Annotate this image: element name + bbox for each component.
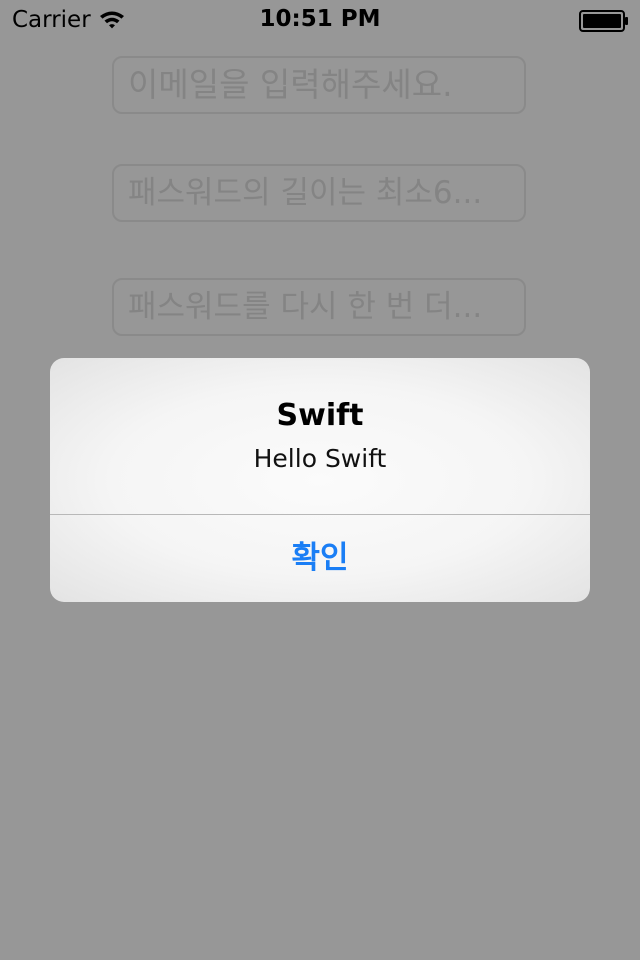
password-field[interactable]: 패스워드의 길이는 최소6... xyxy=(112,164,526,222)
alert-message: Hello Swift xyxy=(253,444,387,473)
battery-icon xyxy=(579,10,628,32)
alert-dialog: Swift Hello Swift 확인 xyxy=(50,358,590,602)
ok-button[interactable]: 확인 xyxy=(50,515,590,602)
password-confirm-field[interactable]: 패스워드를 다시 한 번 더... xyxy=(112,278,526,336)
clock: 10:51 PM xyxy=(259,6,381,32)
alert-title: Swift xyxy=(276,398,364,433)
password-placeholder: 패스워드의 길이는 최소6... xyxy=(128,175,483,211)
status-bar: Carrier 10:51 PM xyxy=(0,0,640,40)
email-placeholder: 이메일을 입력해주세요. xyxy=(128,65,453,104)
password-confirm-placeholder: 패스워드를 다시 한 번 더... xyxy=(128,289,483,325)
email-field[interactable]: 이메일을 입력해주세요. xyxy=(112,56,526,114)
